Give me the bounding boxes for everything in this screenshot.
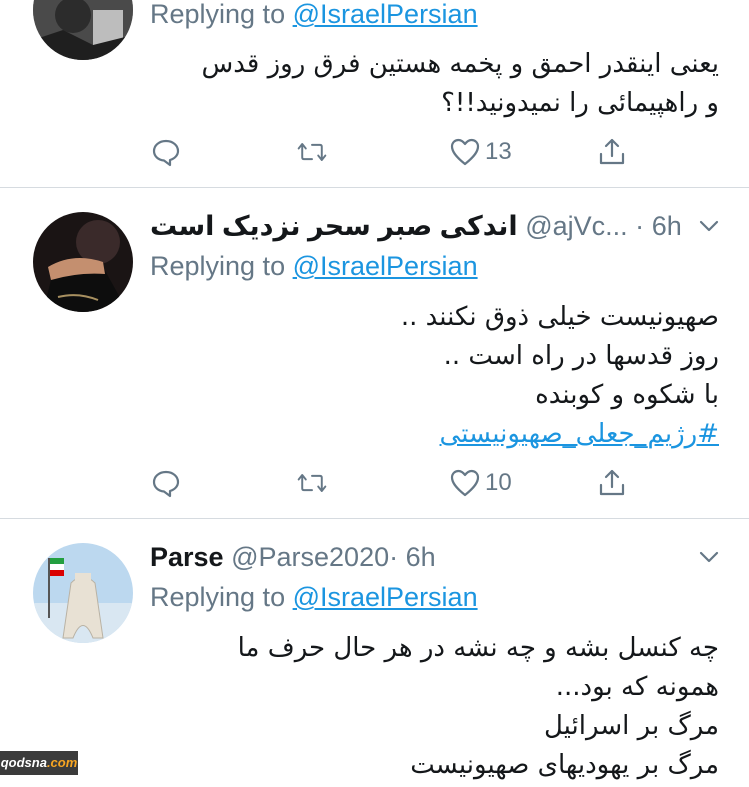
- tweet-3[interactable]: Parse @Parse2020· 6h Replying to @Israel…: [0, 519, 749, 787]
- replying-to: Replying to @IsraelPersian: [150, 582, 478, 612]
- replying-to: Replying to @IsraelPersian: [150, 0, 478, 29]
- retweet-icon: [297, 143, 327, 161]
- like-count: 10: [485, 469, 512, 496]
- site-watermark: qodsna.com: [0, 751, 78, 775]
- replying-to: Replying to @IsraelPersian: [150, 251, 478, 281]
- user-handle[interactable]: @Parse2020: [231, 542, 389, 572]
- chevron-down-icon[interactable]: [697, 214, 721, 238]
- avatar[interactable]: [33, 543, 133, 643]
- reply-button[interactable]: [150, 463, 182, 503]
- retweet-button[interactable]: [296, 463, 328, 503]
- heart-icon: [450, 138, 480, 166]
- mention-link[interactable]: @IsraelPersian: [293, 582, 478, 612]
- like-count: 13: [485, 138, 512, 165]
- display-name[interactable]: اندکی صبر سحر نزدیک است: [150, 211, 518, 241]
- mention-link[interactable]: @IsraelPersian: [293, 0, 478, 29]
- timestamp[interactable]: 6h: [652, 211, 682, 241]
- tweet-1[interactable]: Replying to @IsraelPersian یعنی اینقدر ا…: [0, 0, 749, 187]
- avatar[interactable]: [33, 0, 133, 60]
- retweet-button[interactable]: [296, 132, 328, 172]
- tweet-text: صهیونیست خیلی ذوق نکنند .. روز قدسها در …: [400, 302, 719, 449]
- hashtag-link[interactable]: #رژیم_جعلی_صهیونیستی: [440, 419, 719, 449]
- reply-button[interactable]: [150, 132, 182, 172]
- tweet-header: اندکی صبر سحر نزدیک است @ajVc... · 6h: [150, 211, 682, 241]
- tweet-2[interactable]: اندکی صبر سحر نزدیک است @ajVc... · 6h Re…: [0, 188, 749, 518]
- chevron-down-icon[interactable]: [697, 545, 721, 569]
- user-handle[interactable]: @ajVc...: [525, 211, 627, 241]
- timestamp[interactable]: 6h: [406, 542, 436, 572]
- tweet-text: یعنی اینقدر احمق و پخمه هستین فرق روز قد…: [201, 49, 719, 118]
- share-icon: [599, 469, 625, 496]
- heart-icon: [450, 469, 480, 497]
- share-icon: [599, 138, 625, 165]
- share-button[interactable]: [596, 463, 628, 503]
- avatar[interactable]: [33, 212, 133, 312]
- display-name[interactable]: Parse: [150, 542, 224, 572]
- reply-icon: [152, 470, 180, 498]
- avatar-photo: [33, 212, 133, 312]
- like-button[interactable]: 10: [449, 463, 512, 503]
- reply-icon: [152, 139, 180, 167]
- avatar-photo: [33, 543, 133, 643]
- share-button[interactable]: [596, 132, 628, 172]
- tweet-text: چه کنسل بشه و چه نشه در هر حال حرف ما هم…: [237, 633, 719, 780]
- mention-link[interactable]: @IsraelPersian: [293, 251, 478, 281]
- tweet-header: Parse @Parse2020· 6h: [150, 542, 436, 572]
- like-button[interactable]: 13: [449, 132, 512, 172]
- retweet-icon: [297, 474, 327, 492]
- avatar-photo: [33, 0, 133, 60]
